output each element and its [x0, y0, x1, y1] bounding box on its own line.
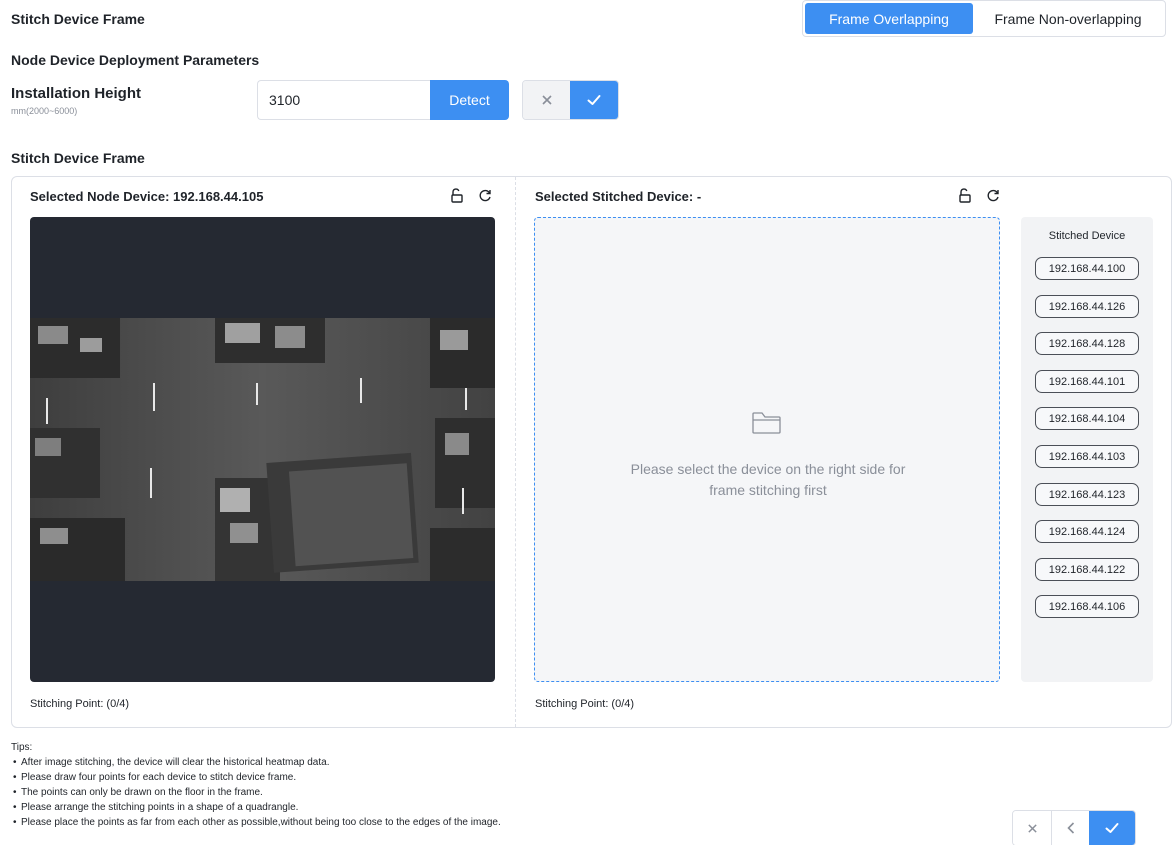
installation-height-label: Installation Height — [11, 85, 142, 102]
installation-height-input[interactable] — [257, 80, 431, 120]
stitched-stitching-point: Stitching Point: (0/4) — [535, 698, 635, 710]
tips-title: Tips: — [11, 742, 33, 753]
frame-section-title: Stitch Device Frame — [11, 150, 145, 166]
refresh-icon[interactable] — [986, 188, 1000, 203]
refresh-icon[interactable] — [478, 188, 492, 203]
cancel-height-button[interactable] — [523, 81, 570, 119]
confirm-height-button[interactable] — [570, 81, 618, 119]
tip-item: After image stitching, the device will c… — [11, 755, 501, 770]
device-chip[interactable]: 192.168.44.100 — [1035, 257, 1139, 280]
tip-item: Please place the points as far from each… — [11, 815, 501, 830]
unlock-icon[interactable] — [450, 188, 464, 203]
check-icon — [1105, 823, 1119, 833]
installation-height-range: mm(2000~6000) — [11, 106, 78, 116]
selected-stitched-heading: Selected Stitched Device: - — [535, 189, 702, 204]
deployment-title: Node Device Deployment Parameters — [11, 52, 260, 68]
page-title: Stitch Device Frame — [11, 11, 145, 27]
stitched-device-title: Stitched Device — [1048, 230, 1126, 242]
frame-non-overlapping-tab[interactable]: Frame Non-overlapping — [973, 3, 1163, 34]
empty-state-line-1: Please select the device on the right si… — [630, 461, 906, 477]
cancel-button[interactable] — [1013, 811, 1051, 845]
stitched-panel-tools — [958, 188, 1000, 203]
device-chip[interactable]: 192.168.44.103 — [1035, 445, 1139, 468]
chevron-left-icon — [1066, 822, 1074, 834]
unlock-icon[interactable] — [958, 188, 972, 203]
device-chip[interactable]: 192.168.44.123 — [1035, 483, 1139, 506]
close-icon — [541, 95, 552, 105]
panel-divider — [515, 177, 516, 727]
device-chip[interactable]: 192.168.44.126 — [1035, 295, 1139, 318]
camera-feed-image — [30, 318, 495, 581]
detect-button[interactable]: Detect — [430, 80, 509, 120]
empty-state-line-2: frame stitching first — [709, 482, 827, 498]
device-chip[interactable]: 192.168.44.124 — [1035, 520, 1139, 543]
selected-node-heading: Selected Node Device: 192.168.44.105 — [30, 189, 264, 204]
node-panel-tools — [450, 188, 492, 203]
check-icon — [587, 95, 601, 105]
device-chip[interactable]: 192.168.44.122 — [1035, 558, 1139, 581]
tip-item: The points can only be drawn on the floo… — [11, 785, 501, 800]
stitched-device-list: Stitched Device 192.168.44.100 192.168.4… — [1021, 217, 1153, 682]
device-chip[interactable]: 192.168.44.128 — [1035, 332, 1139, 355]
confirm-button[interactable] — [1089, 811, 1135, 845]
device-chip[interactable]: 192.168.44.104 — [1035, 407, 1139, 430]
stitched-drop-area[interactable]: Please select the device on the right si… — [534, 217, 1000, 682]
close-icon — [1027, 823, 1037, 833]
node-stitching-point: Stitching Point: (0/4) — [30, 698, 130, 710]
previous-button[interactable] — [1051, 811, 1089, 845]
node-camera-view[interactable] — [30, 217, 495, 682]
mode-toggle: Frame Overlapping Frame Non-overlapping — [802, 0, 1166, 37]
tips-list: After image stitching, the device will c… — [11, 755, 501, 830]
device-chip[interactable]: 192.168.44.106 — [1035, 595, 1139, 618]
folder-icon — [752, 412, 781, 434]
tip-item: Please draw four points for each device … — [11, 770, 501, 785]
tips-block: Tips: After image stitching, the device … — [11, 740, 501, 830]
frame-overlapping-tab[interactable]: Frame Overlapping — [805, 3, 973, 34]
empty-state-message: Please select the device on the right si… — [535, 459, 1001, 501]
footer-action-group — [1012, 810, 1136, 845]
device-chip[interactable]: 192.168.44.101 — [1035, 370, 1139, 393]
tip-item: Please arrange the stitching points in a… — [11, 800, 501, 815]
height-action-group — [522, 80, 619, 120]
